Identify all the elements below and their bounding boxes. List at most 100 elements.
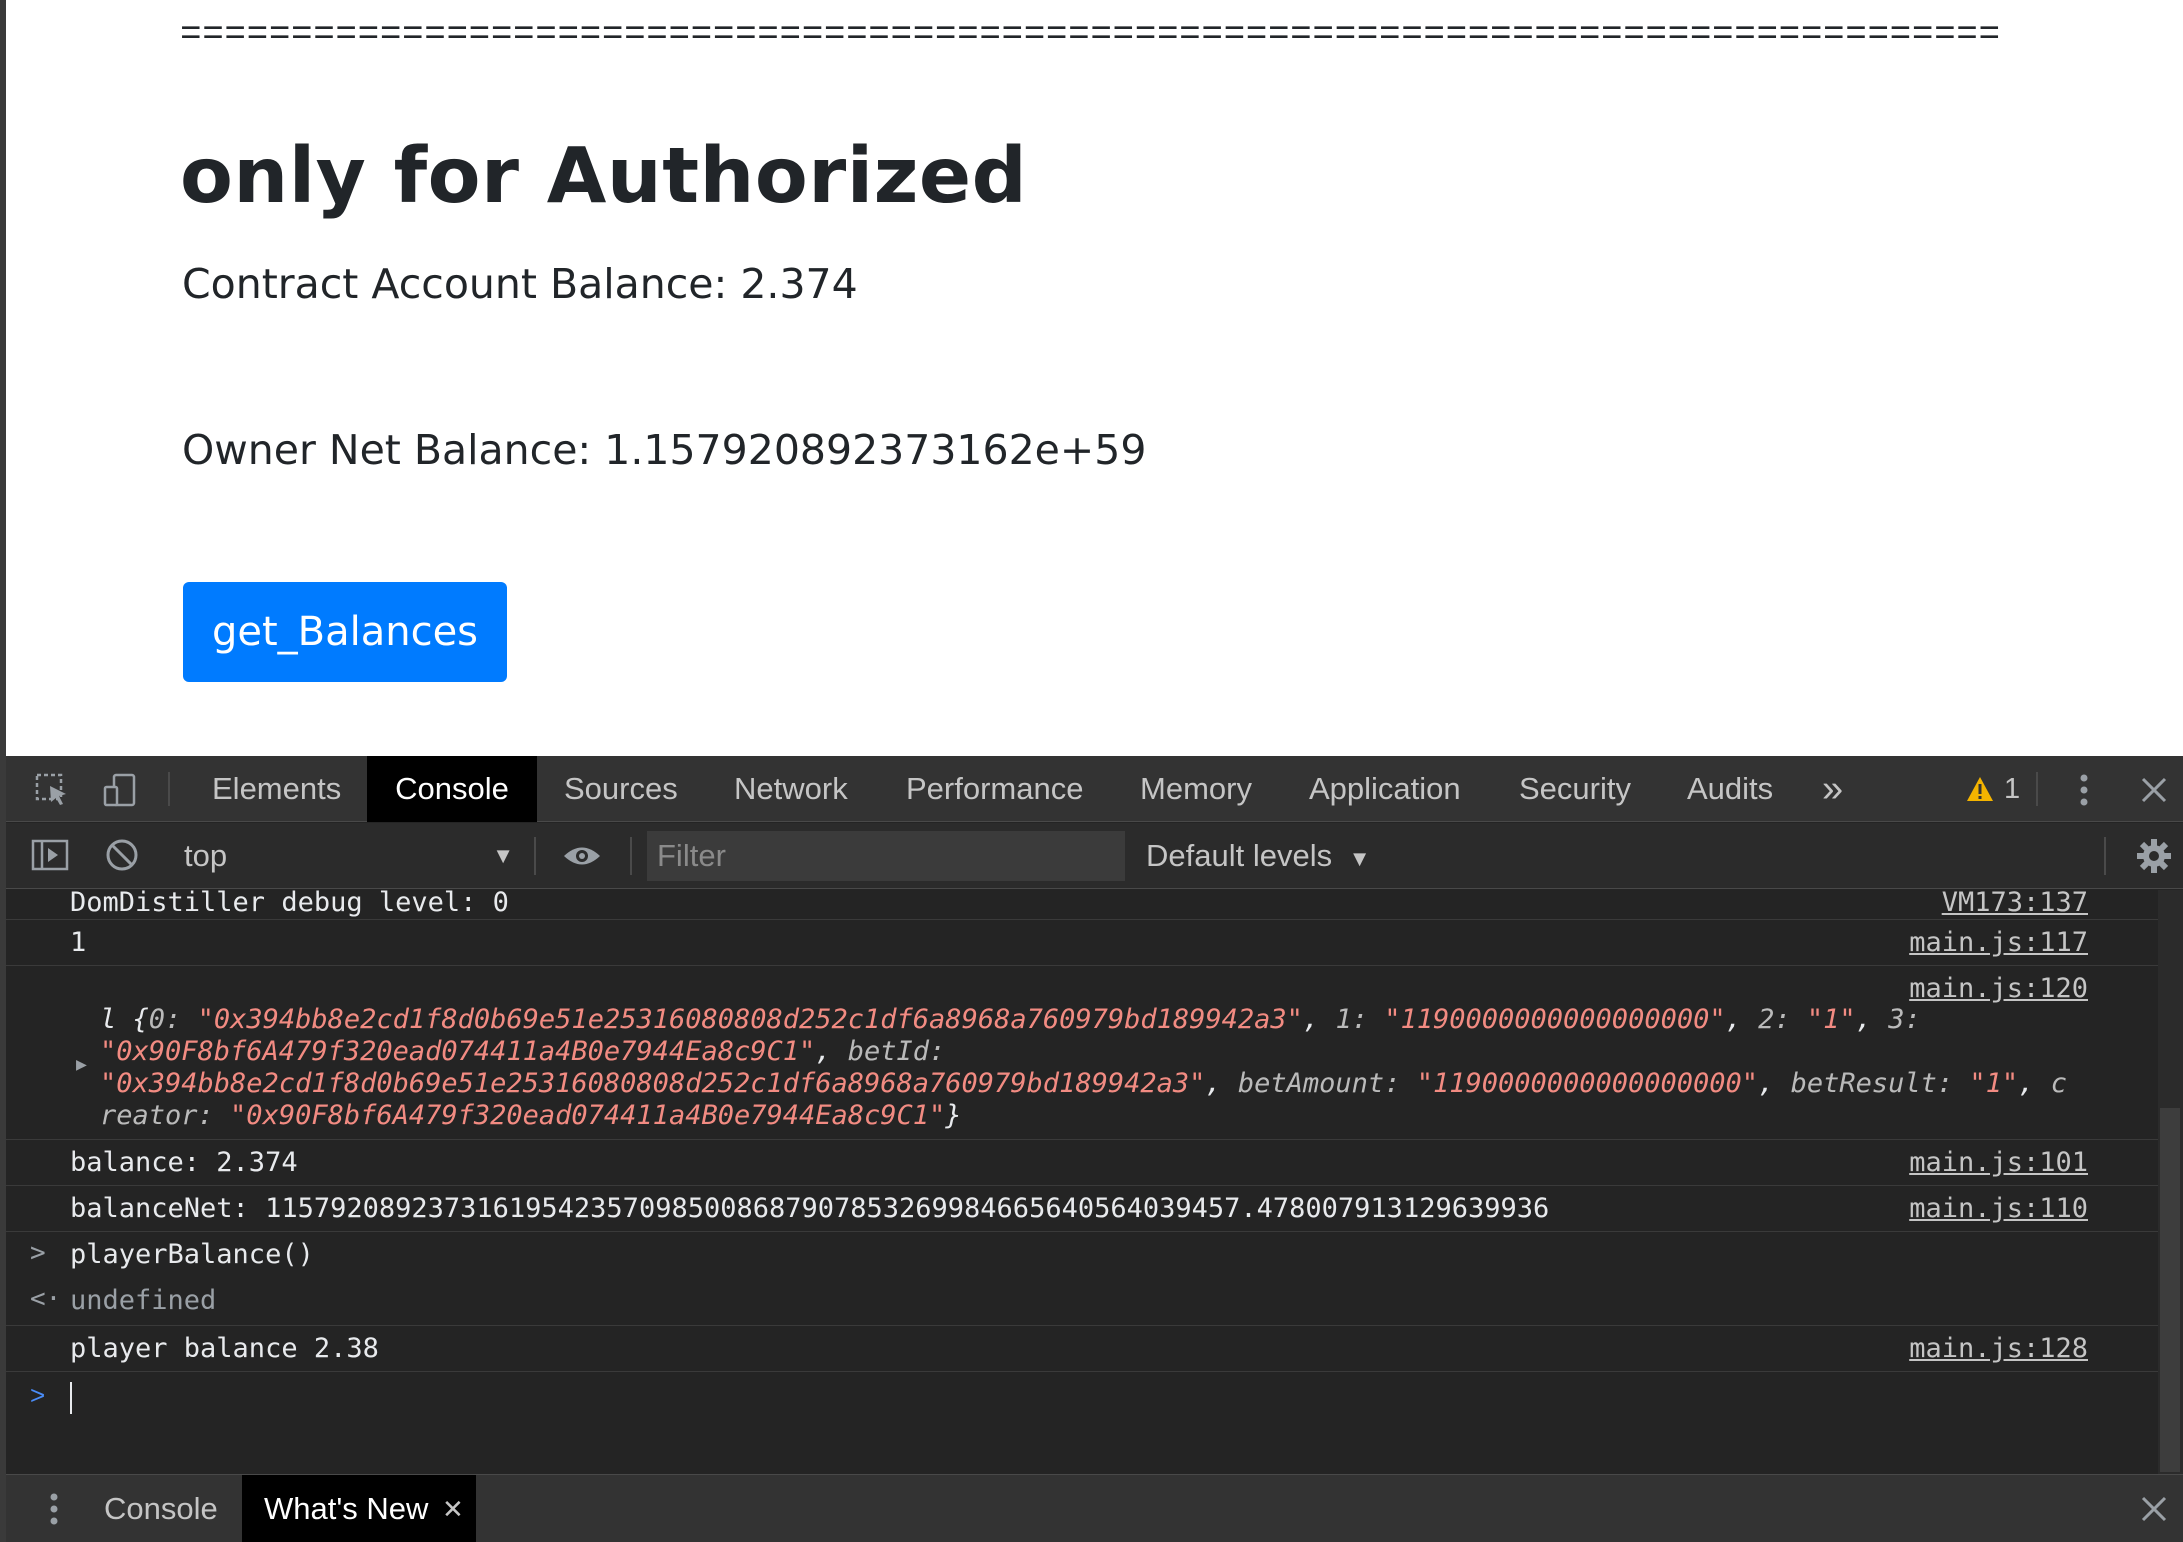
object-line-1: "0x90F8bf6A479f320ead074411a4B0e7944Ea8c…: [100, 1036, 945, 1067]
toolbar-divider: [534, 837, 536, 875]
dropdown-arrow-icon: ▼: [492, 843, 514, 868]
object-line-tokens: reator: "0x90F8bf6A479f320ead074411a4B0e…: [100, 1100, 962, 1131]
drawer-tab-whats-new[interactable]: What's New ✕: [242, 1475, 476, 1542]
warnings-counter[interactable]: 1: [1966, 773, 2020, 805]
object-string-value: "0x394bb8e2cd1f8d0b69e51e25316080808d252…: [197, 1004, 1303, 1035]
console-message-text: 1: [70, 927, 87, 958]
close-devtools-icon[interactable]: [2134, 770, 2174, 810]
console-object-message: main.js:120 ▶ l {0: "0x394bb8e2cd1f8d0b6…: [6, 966, 2158, 1140]
dropdown-arrow-icon: ▼: [1348, 846, 1371, 871]
object-line-tokens: "0x394bb8e2cd1f8d0b69e51e25316080808d252…: [100, 1068, 2067, 1099]
drawer-tab-console[interactable]: Console: [104, 1475, 218, 1542]
result-arrow-icon: <·: [30, 1284, 62, 1314]
tab-sources[interactable]: Sources: [564, 756, 678, 822]
more-options-icon[interactable]: [2064, 770, 2104, 810]
console-messages[interactable]: DomDistiller debug level: 0 VM173:137 1 …: [6, 890, 2158, 1474]
console-message-source-link[interactable]: main.js:101: [1909, 1147, 2088, 1178]
object-punctuation: ,: [1205, 1068, 1238, 1099]
console-filter-input[interactable]: [647, 831, 1125, 881]
devtools-panel: Elements Console Sources Network Perform…: [0, 756, 2183, 1542]
console-message: 1 main.js:117: [6, 920, 2158, 966]
show-sidebar-icon[interactable]: [30, 835, 70, 875]
drawer-tab-bar: Console What's New ✕: [6, 1474, 2183, 1542]
clear-console-icon[interactable]: [102, 835, 142, 875]
object-string-value: "1190000000000000000": [1384, 1004, 1726, 1035]
live-expression-eye-icon[interactable]: [562, 836, 602, 876]
object-punctuation: ,: [1758, 1068, 1791, 1099]
object-string-value: "0x394bb8e2cd1f8d0b69e51e25316080808d252…: [100, 1068, 1206, 1099]
tab-network[interactable]: Network: [734, 756, 848, 822]
contract-account-balance: Contract Account Balance: 2.374: [182, 260, 858, 308]
console-prompt[interactable]: >: [6, 1372, 2158, 1472]
object-string-value: "0x90F8bf6A479f320ead074411a4B0e7944Ea8c…: [230, 1100, 946, 1131]
object-string-value: "0x90F8bf6A479f320ead074411a4B0e7944Ea8c…: [100, 1036, 816, 1067]
object-key: 1:: [1335, 1004, 1385, 1035]
web-page: ========================================…: [0, 0, 2183, 756]
drawer-menu-icon[interactable]: [34, 1489, 74, 1529]
console-message: balanceNet: 1157920892373161954235709850…: [6, 1186, 2158, 1232]
owner-net-balance: Owner Net Balance: 1.157920892373162e+59: [182, 426, 1147, 474]
console-message: player balance 2.38 main.js:128: [6, 1326, 2158, 1372]
object-key: betId:: [847, 1036, 946, 1067]
tab-console[interactable]: Console: [367, 756, 537, 822]
text-cursor: [70, 1382, 72, 1414]
toolbar-divider: [630, 837, 632, 875]
tab-elements[interactable]: Elements: [212, 756, 341, 822]
console-toolbar: top ▼ Default levels ▼: [6, 823, 2183, 889]
page-title: only for Authorized: [180, 132, 1028, 221]
more-tabs-icon[interactable]: »: [1822, 756, 1843, 822]
object-key: 3:: [1888, 1004, 1921, 1035]
warning-icon: [1967, 777, 1993, 801]
tab-application[interactable]: Application: [1309, 756, 1461, 822]
object-string-value: "1190000000000000000": [1416, 1068, 1759, 1099]
console-message-source-link[interactable]: VM173:137: [1942, 890, 2088, 918]
device-toolbar-icon[interactable]: [100, 770, 140, 810]
close-drawer-icon[interactable]: [2134, 1489, 2174, 1529]
console-result-text: undefined: [70, 1285, 217, 1316]
object-line-tokens: "0x90F8bf6A479f320ead074411a4B0e7944Ea8c…: [100, 1036, 945, 1067]
object-key: betAmount:: [1237, 1068, 1417, 1099]
console-message: DomDistiller debug level: 0 VM173:137: [6, 890, 2158, 920]
object-key: 2:: [1758, 1004, 1807, 1035]
console-scrollbar-thumb[interactable]: [2160, 1108, 2180, 1472]
close-tab-icon[interactable]: ✕: [442, 1475, 464, 1542]
prompt-chevron-icon: >: [30, 1380, 46, 1410]
toolbar-divider: [2104, 837, 2106, 875]
toolbar-divider: [168, 772, 170, 806]
console-message-source-link[interactable]: main.js:128: [1909, 1333, 2088, 1364]
inspect-element-icon[interactable]: [32, 770, 72, 810]
console-message-source-link[interactable]: main.js:120: [1909, 973, 2088, 1004]
object-key: 0:: [148, 1004, 198, 1035]
object-punctuation: ,: [1855, 1004, 1889, 1035]
tab-security[interactable]: Security: [1519, 756, 1631, 822]
get-balances-button[interactable]: get_Balances: [183, 582, 507, 682]
object-string-value: "1": [1806, 1004, 1856, 1035]
object-line-tokens: 0: "0x394bb8e2cd1f8d0b69e51e25316080808d…: [149, 1004, 1921, 1035]
object-string-value: "1": [1969, 1068, 2019, 1099]
separator-line: ========================================…: [180, 14, 2001, 55]
console-message-text: DomDistiller debug level: 0: [70, 890, 509, 918]
object-punctuation: ,: [815, 1036, 848, 1067]
toolbar-divider: [2036, 772, 2038, 806]
console-message-text: balanceNet: 1157920892373161954235709850…: [70, 1193, 1550, 1224]
devtools-tab-bar: Elements Console Sources Network Perform…: [6, 756, 2183, 822]
drawer-tab-label: What's New: [264, 1491, 429, 1526]
input-chevron-icon: >: [30, 1238, 46, 1268]
object-line-0: l {0: "0x394bb8e2cd1f8d0b69e51e253160808…: [100, 1004, 1921, 1035]
console-message-source-link[interactable]: main.js:110: [1909, 1193, 2088, 1224]
context-selector[interactable]: top ▼: [184, 831, 520, 881]
object-key: reator:: [100, 1100, 231, 1131]
object-prefix: l {: [100, 1004, 149, 1035]
console-message-source-link[interactable]: main.js:117: [1909, 927, 2088, 958]
tab-memory[interactable]: Memory: [1140, 756, 1252, 822]
object-preview[interactable]: l {0: "0x394bb8e2cd1f8d0b69e51e253160808…: [6, 1004, 2158, 1134]
tab-performance[interactable]: Performance: [906, 756, 1083, 822]
tab-audits[interactable]: Audits: [1687, 756, 1773, 822]
object-key: betResult:: [1790, 1068, 1970, 1099]
console-command-group: > playerBalance() <· undefined: [6, 1232, 2158, 1326]
log-levels-dropdown[interactable]: Default levels ▼: [1146, 831, 1371, 881]
object-punctuation: ,: [1725, 1004, 1759, 1035]
console-settings-gear-icon[interactable]: [2134, 836, 2174, 876]
context-value: top: [184, 838, 228, 873]
object-punctuation: }: [945, 1100, 962, 1131]
